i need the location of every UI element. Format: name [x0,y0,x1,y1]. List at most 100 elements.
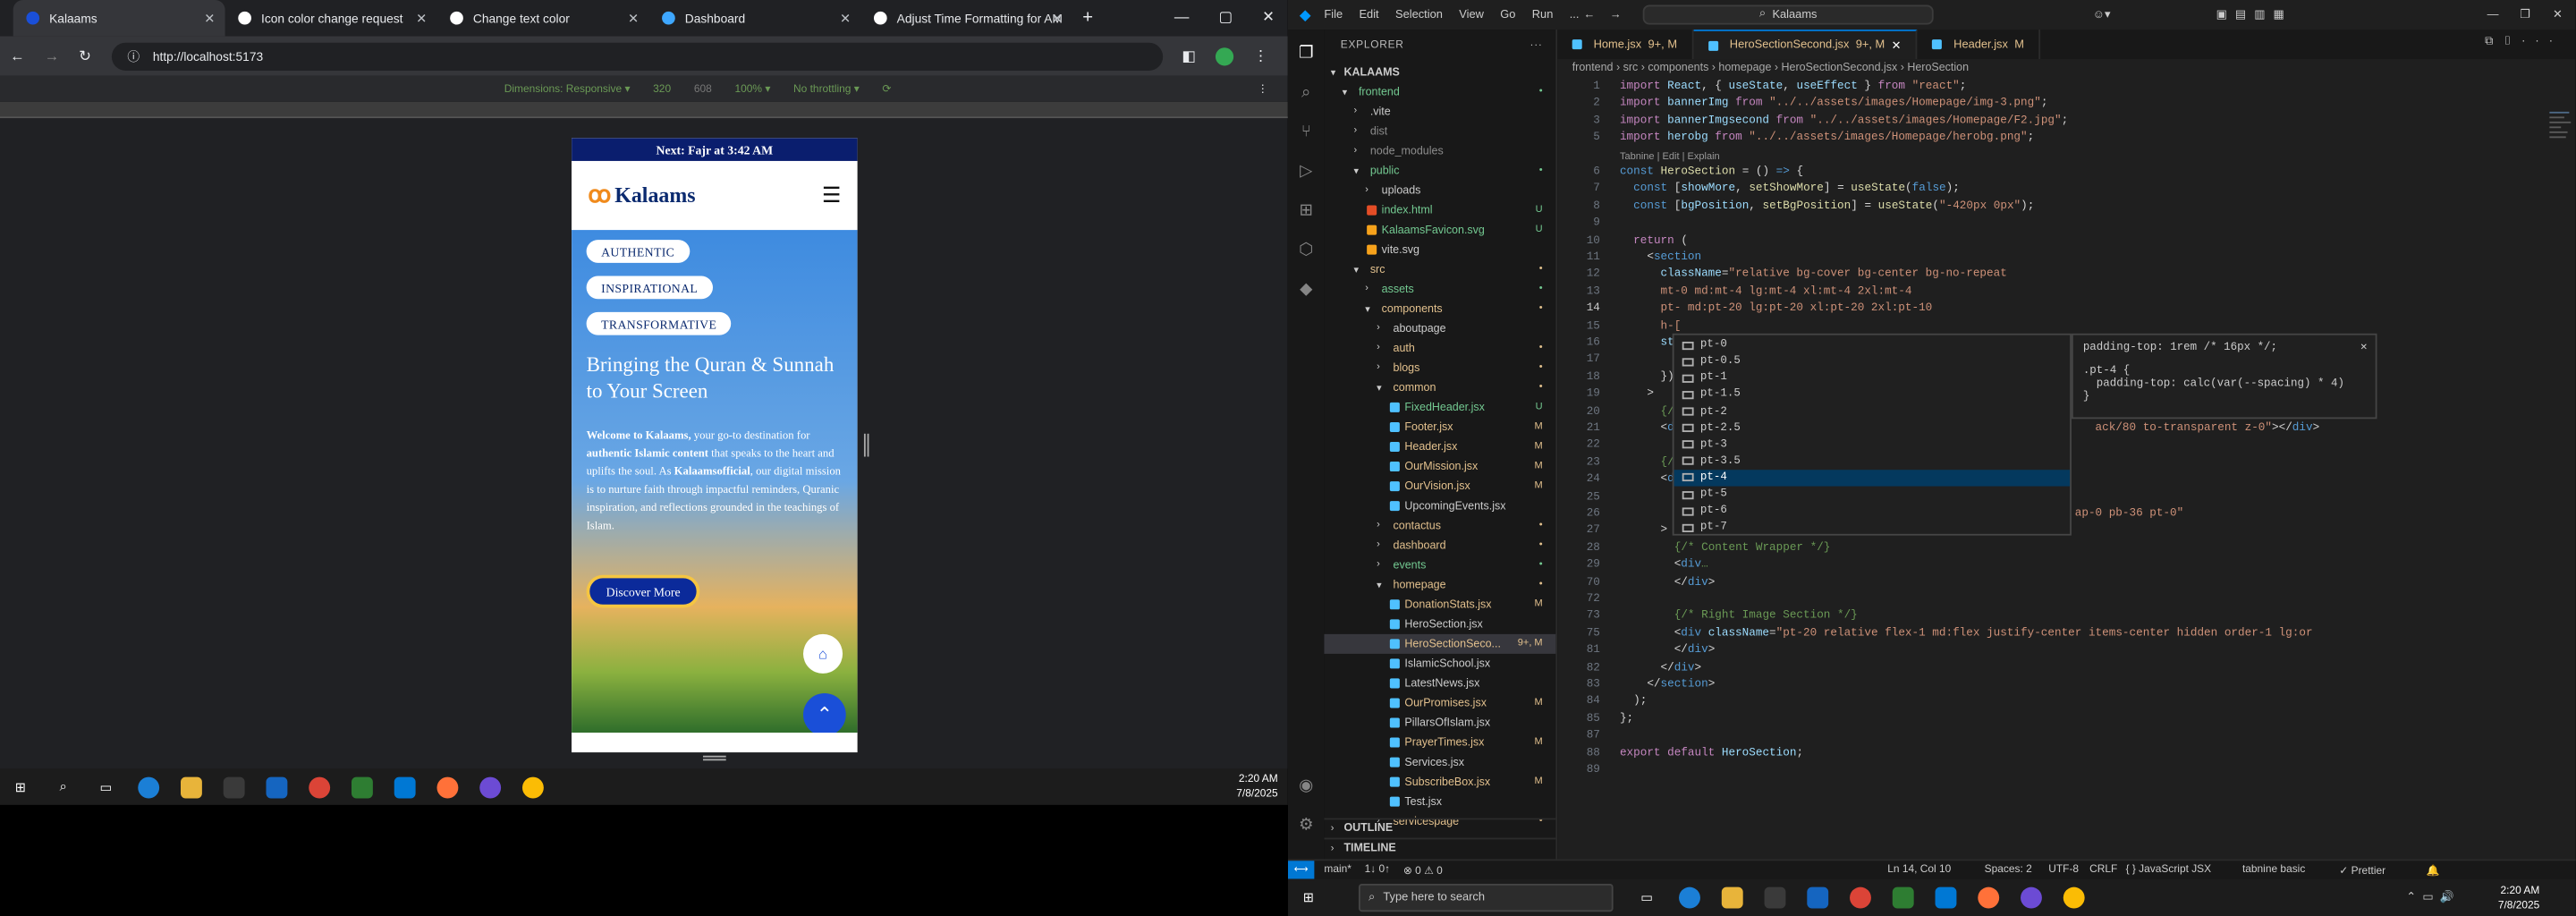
tree-folder[interactable]: › blogs • [1324,358,1555,377]
start-icon[interactable]: ⊞ [10,776,31,798]
home-fab-icon[interactable]: ⌂ [802,633,843,674]
browser-tab[interactable]: Icon color change request ✕ [225,0,437,36]
browser-tab[interactable]: Kalaams ✕ [13,0,225,37]
workspace-root[interactable]: ▾ KALAAMS [1324,63,1555,82]
language-mode[interactable]: { } JavaScript JSX [2126,864,2212,876]
suggestion-item[interactable]: pt-2 [1674,403,2071,420]
suggestion-item[interactable]: pt-2.5 [1674,420,2071,437]
copilot-icon[interactable]: ☺▾ [2093,8,2111,21]
nav-back-icon[interactable]: ← [1584,9,1596,21]
breadcrumb[interactable]: frontend › src › components › homepage ›… [1572,63,1969,74]
resize-handle-horizontal[interactable] [702,755,726,761]
tab-close-icon[interactable]: ✕ [1052,11,1063,26]
editor-actions[interactable]: ⧉▯··· [2485,36,2563,49]
menu-item[interactable]: View [1459,9,1484,21]
notifications-icon[interactable]: 🔔 [2427,863,2440,877]
tree-folder[interactable]: › contactus • [1324,516,1555,536]
tree-folder[interactable]: ▾ common • [1324,377,1555,397]
editor-tab[interactable]: HeroSectionSecond.jsx 9+, M ✕ [1693,30,1918,60]
tree-file[interactable]: IslamicSchool.jsx [1324,654,1555,674]
tree-folder[interactable]: ▾ components • [1324,299,1555,318]
tree-file[interactable]: UpcomingEvents.jsx [1324,496,1555,516]
suggestion-item[interactable]: pt-0 [1674,336,2071,353]
cursor-position[interactable]: Ln 14, Col 10 [1887,864,1951,876]
clock-left[interactable]: 2:20 AM 7/8/2025 [1236,772,1277,802]
tree-file[interactable]: PrayerTimes.jsx M [1324,733,1555,752]
browser-tab[interactable]: Change text color ✕ [436,0,648,36]
prettier-status[interactable]: ✓ Prettier [2339,863,2385,877]
tree-folder[interactable]: ▾ homepage • [1324,575,1555,595]
tree-file[interactable]: index.html U [1324,200,1555,220]
file-explorer-icon[interactable] [181,776,202,798]
tree-file[interactable]: HeroSectionSeco... 9+, M [1324,633,1556,654]
tree-file[interactable]: OurVision.jsx M [1324,477,1555,496]
tree-file[interactable]: HeroSection.jsx [1324,615,1555,634]
git-sync[interactable]: 1↓ 0↑ [1365,864,1391,876]
chrome-2-icon[interactable] [2063,886,2085,909]
tab-close-icon[interactable]: ✕ [204,11,215,26]
store-icon[interactable] [223,776,245,798]
editor-tab[interactable]: Home.jsx 9+, M [1557,30,1694,60]
tree-file[interactable]: OurPromises.jsx M [1324,693,1555,713]
file-explorer-icon[interactable] [1721,886,1743,909]
firefox-icon[interactable] [436,776,459,798]
devbar-more-icon[interactable]: ⋮ [1258,82,1268,96]
menu-item[interactable]: File [1324,9,1343,21]
height-input[interactable]: 608 [694,83,712,95]
account-icon[interactable]: ◉ [1296,776,1316,795]
nav-forward-icon[interactable]: → [1610,9,1622,21]
minimize-icon[interactable]: — [1174,8,1190,26]
discover-more-button[interactable]: Discover More [586,574,700,608]
tab-close-icon[interactable]: ✕ [1892,38,1902,52]
browser-tab[interactable]: Adjust Time Formatting for AM ✕ [860,0,1072,36]
tree-folder[interactable]: › assets • [1324,279,1555,299]
menu-item[interactable]: Edit [1359,9,1378,21]
suggestion-item[interactable]: pt-6 [1674,503,2071,520]
app-icon[interactable] [1892,886,1914,909]
source-control-icon[interactable]: ⑂ [1296,122,1316,141]
layout-icons[interactable]: ▣▤▥▦ [2216,8,2292,21]
windows-search-box[interactable]: ⌕ Type here to search [1358,883,1614,912]
task-view-icon[interactable]: ▭ [96,776,117,798]
tree-file[interactable]: PillarsOfIslam.jsx [1324,713,1555,733]
tree-file[interactable]: FixedHeader.jsx U [1324,397,1555,417]
tab-close-icon[interactable]: ✕ [628,11,639,26]
site-info-icon[interactable]: ⓘ [127,47,140,64]
tree-folder[interactable]: ▾ public • [1324,161,1555,181]
tray-icons[interactable]: ⌃▭🔊 [2406,890,2461,903]
tab-close-icon[interactable]: ✕ [840,11,851,26]
editor-tab[interactable]: Header.jsx M [1918,30,2041,60]
menu-item[interactable]: Run [1532,9,1554,21]
vscode-icon[interactable] [394,776,416,798]
problems[interactable]: ⊗ 0 ⚠ 0 [1403,863,1443,877]
back-icon[interactable]: ← [10,47,25,64]
suggestion-item[interactable]: pt-7 [1674,519,2071,536]
edge-icon[interactable] [138,776,160,798]
timeline-section[interactable]: › TIMELINE [1324,837,1556,858]
menu-item[interactable]: Selection [1395,9,1443,21]
tree-folder[interactable]: › aboutpage [1324,318,1555,338]
tree-folder[interactable]: › .vite [1324,102,1555,122]
tree-file[interactable]: Test.jsx [1324,792,1555,811]
firefox-icon[interactable] [1978,886,2000,909]
tree-file[interactable]: DonationStats.jsx M [1324,595,1555,615]
dimensions-select[interactable]: Dimensions: Responsive ▾ [504,82,631,96]
search-view-icon[interactable]: ⌕ [1296,82,1316,102]
explorer-more-icon[interactable]: ··· [1530,38,1542,50]
forward-icon[interactable]: → [45,47,60,64]
throttle-select[interactable]: No throttling ▾ [793,82,860,96]
address-bar[interactable]: ⓘ http://localhost:5173 [111,41,1163,71]
outline-section[interactable]: › OUTLINE [1324,818,1556,838]
window-restore-icon[interactable]: ❐ [2520,8,2530,21]
git-branch[interactable]: main* [1324,864,1352,876]
browser-tab[interactable]: Dashboard ✕ [648,0,860,36]
suggestion-item[interactable]: pt-5 [1674,486,2071,503]
search-icon[interactable]: ⌕ [53,776,74,798]
maximize-icon[interactable]: ▢ [1218,8,1233,26]
run-debug-icon[interactable]: ▷ [1296,161,1316,181]
profile-avatar[interactable] [1216,47,1234,65]
minimap[interactable] [2549,106,2575,828]
clock-right[interactable]: 2:20 AM 7/8/2025 [2498,884,2539,913]
scroll-top-icon[interactable]: ⌃ [802,692,846,736]
remote-icon[interactable]: ⬡ [1296,240,1316,259]
